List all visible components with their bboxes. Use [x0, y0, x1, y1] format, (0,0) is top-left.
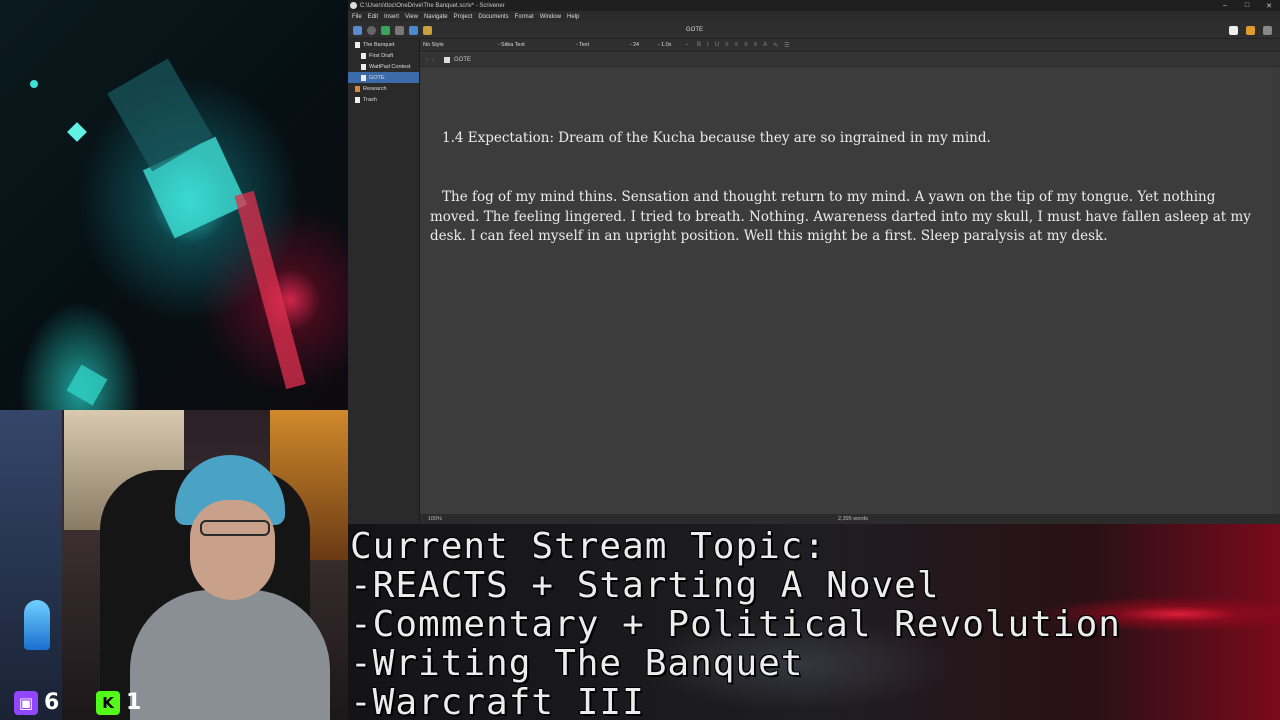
stream-art-overlay: [0, 0, 348, 410]
text-editor[interactable]: 1.4 Expectation: Dream of the Kucha beca…: [420, 67, 1272, 514]
kick-follower-badge: K 1: [96, 690, 141, 715]
maximize-button[interactable]: □: [1236, 2, 1258, 9]
banner-topic-3: -Writing The Banquet: [350, 643, 804, 684]
art-shard: [67, 122, 87, 142]
menu-insert[interactable]: Insert: [384, 14, 399, 20]
format-buttons: B I U ≡ ≡ ≡ ≡ A ✎ ☰: [697, 42, 790, 49]
editor-scrollbar[interactable]: [1272, 67, 1280, 514]
banner-topic-2: -Commentary + Political Revolution: [350, 604, 1121, 645]
binder-item-research[interactable]: Research: [348, 83, 419, 94]
chapter-heading: 1.4 Expectation: Dream of the Kucha beca…: [442, 130, 991, 146]
align-left-icon[interactable]: ≡: [725, 42, 729, 49]
style-select[interactable]: No Style: [423, 41, 501, 48]
close-button[interactable]: ✕: [1258, 2, 1280, 10]
align-right-icon[interactable]: ≡: [744, 42, 748, 49]
menu-help[interactable]: Help: [567, 14, 579, 20]
title-bar: C:\Users\ttoc\OneDrive\The Banquet.scriv…: [348, 0, 1280, 11]
art-shard: [66, 364, 108, 406]
twitch-count: 6: [44, 690, 60, 715]
binder-toggle-icon[interactable]: [353, 25, 362, 35]
binder-item-wattpad-contest[interactable]: WattPad Contest: [348, 61, 419, 72]
menu-project[interactable]: Project: [454, 14, 473, 20]
art-shard: [30, 80, 38, 88]
project-icon: [355, 41, 360, 48]
kick-count: 1: [126, 690, 142, 715]
menu-documents[interactable]: Documents: [478, 14, 508, 20]
scrivener-window: C:\Users\ttoc\OneDrive\The Banquet.scriv…: [348, 0, 1280, 524]
binder-item-label: Trash: [363, 96, 377, 103]
menu-bar: File Edit Insert View Navigate Project D…: [348, 11, 1280, 22]
trash-icon[interactable]: [395, 25, 404, 35]
search-icon[interactable]: [367, 25, 376, 35]
lava-lamp: [24, 600, 50, 650]
minimize-button[interactable]: –: [1214, 2, 1236, 9]
wall-poster: [0, 410, 62, 720]
text-color-icon[interactable]: A: [763, 42, 767, 49]
align-center-icon[interactable]: ≡: [735, 42, 739, 49]
research-icon: [355, 85, 360, 92]
editor-document-name: GOTE: [454, 56, 472, 63]
editor-header-bar: ‹› GOTE: [420, 53, 1280, 67]
kick-icon: K: [96, 690, 120, 715]
document-icon: [444, 56, 450, 63]
banner-topic-4: -Warcraft III: [350, 682, 645, 720]
corkboard-view-icon[interactable]: [1246, 26, 1255, 35]
twitch-follower-badge: ▣ 6: [14, 690, 59, 715]
zoom-level[interactable]: 100%: [428, 516, 442, 522]
toolbar-document-title: GOTE: [686, 27, 704, 33]
binder-item-label: Research: [363, 85, 387, 92]
document-icon: [361, 74, 366, 81]
banner-title: Current Stream Topic:: [350, 526, 827, 567]
edit-icon[interactable]: [423, 25, 432, 35]
folder-icon: [361, 52, 366, 59]
binder-item-label: WattPad Contest: [369, 63, 411, 70]
link-icon[interactable]: [409, 25, 418, 35]
binder-item-first-draft[interactable]: First Draft: [348, 50, 419, 61]
binder-item-trash[interactable]: Trash: [348, 94, 419, 105]
menu-view[interactable]: View: [405, 14, 418, 20]
streamer-face: [190, 500, 275, 600]
format-bar: No Style Sitka Text Text 24 1.0x B I U ≡…: [420, 39, 1280, 52]
menu-window[interactable]: Window: [540, 14, 561, 20]
highlight-icon[interactable]: ✎: [773, 42, 778, 49]
stream-topic-banner: Current Stream Topic: -REACTS + Starting…: [348, 524, 1280, 720]
underline-icon[interactable]: U: [715, 42, 719, 49]
streamer-hoodie: [130, 590, 330, 720]
banner-topic-1: -REACTS + Starting A Novel: [350, 565, 940, 606]
navigation-arrows-icon[interactable]: ‹›: [426, 57, 438, 63]
binder-item-label: The Banquet: [363, 41, 395, 48]
binder-item-label: GOTE: [369, 74, 385, 81]
binder-item-the-banquet[interactable]: The Banquet: [348, 39, 419, 50]
menu-format[interactable]: Format: [515, 14, 534, 20]
art-shard: [234, 190, 306, 390]
justify-icon[interactable]: ≡: [754, 42, 758, 49]
menu-navigate[interactable]: Navigate: [424, 14, 448, 20]
manuscript-paragraph: The fog of my mind thins. Sensation and …: [430, 189, 1251, 245]
window-title: C:\Users\ttoc\OneDrive\The Banquet.scriv…: [360, 2, 505, 9]
bold-icon[interactable]: B: [697, 42, 701, 49]
scrivener-app-icon: [350, 2, 357, 9]
binder-item-gote[interactable]: GOTE: [348, 72, 419, 83]
main-toolbar: GOTE: [348, 22, 1280, 39]
typeface-select[interactable]: Text: [579, 41, 633, 48]
binder-sidebar: The Banquet First Draft WattPad Contest …: [348, 39, 420, 524]
line-spacing-select[interactable]: 1.0x: [661, 41, 689, 48]
menu-file[interactable]: File: [352, 14, 362, 20]
scrivenings-view-icon[interactable]: [1229, 26, 1238, 35]
font-size-select[interactable]: 24: [633, 41, 661, 48]
menu-edit[interactable]: Edit: [368, 14, 378, 20]
list-icon[interactable]: ☰: [784, 42, 789, 49]
folder-icon: [361, 63, 366, 70]
view-mode-controls: [1229, 26, 1272, 35]
outline-view-icon[interactable]: [1263, 26, 1272, 35]
font-select[interactable]: Sitka Text: [501, 41, 579, 48]
twitch-icon: ▣: [14, 690, 38, 715]
word-count: 2,395 words: [838, 516, 868, 522]
binder-item-label: First Draft: [369, 52, 394, 59]
add-document-icon[interactable]: [381, 25, 390, 35]
italic-icon[interactable]: I: [707, 42, 709, 49]
trash-icon: [355, 96, 360, 103]
streamer-glasses: [200, 520, 270, 536]
editor-footer: 100% 2,395 words: [420, 514, 1280, 524]
